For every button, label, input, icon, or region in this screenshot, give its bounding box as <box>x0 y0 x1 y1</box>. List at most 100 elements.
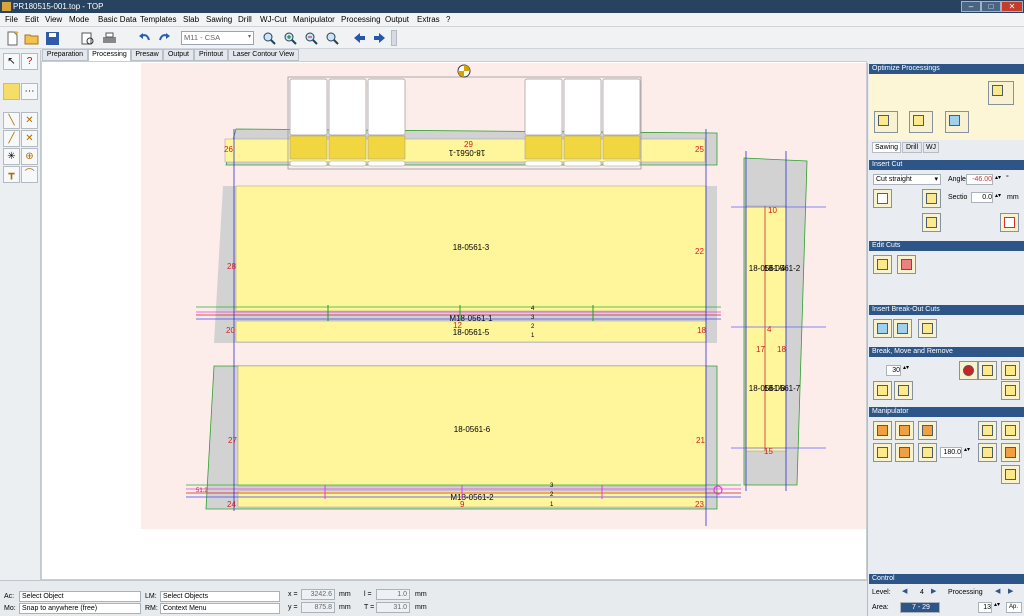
back-arrow-icon[interactable] <box>352 31 367 46</box>
menu-extras[interactable]: Extras <box>417 15 440 24</box>
maximize-button[interactable]: □ <box>981 1 1001 12</box>
menu-processing[interactable]: Processing <box>341 15 381 24</box>
breakout-list-button[interactable] <box>918 319 937 338</box>
menu-output[interactable]: Output <box>385 15 409 24</box>
insert-cut-offset-button[interactable] <box>922 189 941 208</box>
zoom-in-icon[interactable] <box>283 31 298 46</box>
tab-printout[interactable]: Printout <box>194 49 228 61</box>
insert-cut-button[interactable] <box>873 189 892 208</box>
curve-tool-icon[interactable]: ⌒ <box>21 166 38 183</box>
minimize-button[interactable]: – <box>961 1 981 12</box>
breakout-grid-button[interactable] <box>893 319 912 338</box>
processing-next-icon[interactable]: ▶ <box>1008 587 1013 595</box>
break-count-input[interactable]: 30 <box>886 365 901 376</box>
zoom-out-icon[interactable] <box>304 31 319 46</box>
edit-cut-split-button[interactable] <box>897 255 916 274</box>
menu-edit[interactable]: Edit <box>25 15 39 24</box>
break-c-button[interactable] <box>1001 381 1020 400</box>
select-arrow-icon[interactable]: ↖ <box>3 53 20 70</box>
tab-output[interactable]: Output <box>163 49 194 61</box>
break-remove-button[interactable] <box>1001 361 1020 380</box>
print-preview-icon[interactable] <box>80 31 95 46</box>
manip-11-button[interactable] <box>1001 465 1020 484</box>
t-join-icon[interactable]: ┳ <box>3 166 20 183</box>
menu-templates[interactable]: Templates <box>140 15 176 24</box>
manip-2-button[interactable] <box>895 421 914 440</box>
manip-3-button[interactable] <box>918 421 937 440</box>
zoom-fit-icon[interactable] <box>325 31 340 46</box>
help-pointer-icon[interactable]: ? <box>21 53 38 70</box>
optimize-all-button[interactable] <box>988 81 1014 105</box>
save-icon[interactable] <box>45 31 60 46</box>
cut-list-button[interactable] <box>922 213 941 232</box>
menu-sawing[interactable]: Sawing <box>206 15 232 24</box>
optimize-b-button[interactable] <box>909 111 933 133</box>
star-lines-icon[interactable]: ✳ <box>3 148 20 165</box>
ap-button[interactable]: Ap. <box>1006 602 1022 613</box>
menu-basic-data[interactable]: Basic Data <box>98 15 137 24</box>
redo-icon[interactable] <box>157 31 172 46</box>
line-tool-icon[interactable]: ╲ <box>3 112 20 129</box>
manip-10-button[interactable] <box>1001 443 1020 462</box>
break-stop-button[interactable] <box>959 361 978 380</box>
target-icon[interactable]: ⊕ <box>21 148 38 165</box>
processing-prev-icon[interactable]: ◀ <box>995 587 1000 595</box>
open-folder-icon[interactable] <box>24 31 39 46</box>
break-a-button[interactable] <box>873 381 892 400</box>
undo-icon[interactable] <box>137 31 152 46</box>
manip-5-button[interactable] <box>1001 421 1020 440</box>
menu-mode[interactable]: Mode <box>69 15 89 24</box>
menu-slab[interactable]: Slab <box>183 15 199 24</box>
manip-6-button[interactable] <box>873 443 892 462</box>
intersect-tool-icon[interactable]: ✕ <box>21 130 38 147</box>
diagonal-tool-icon[interactable]: ╱ <box>3 130 20 147</box>
manip-spinner-icon[interactable]: ▴▾ <box>964 446 970 453</box>
manip-angle-input[interactable]: 180.0 <box>940 447 962 458</box>
menu-file[interactable]: File <box>5 15 18 24</box>
menu-manipulator[interactable]: Manipulator <box>293 15 335 24</box>
delete-cut-button[interactable] <box>1000 213 1019 232</box>
manip-7-button[interactable] <box>895 443 914 462</box>
zoom-icon[interactable] <box>262 31 277 46</box>
fill-rect-icon[interactable] <box>3 83 20 100</box>
cut-mode-select[interactable]: Cut straight ▾ <box>873 174 941 185</box>
manip-9-button[interactable] <box>978 443 997 462</box>
menu-wj-cut[interactable]: WJ-Cut <box>260 15 287 24</box>
close-button[interactable]: ✕ <box>1001 1 1023 12</box>
dotted-rect-icon[interactable]: ⋯ <box>21 83 38 100</box>
tab-processing[interactable]: Processing <box>88 49 131 61</box>
toolbar-grip[interactable] <box>391 30 397 46</box>
cross-line-icon[interactable]: ✕ <box>21 112 38 129</box>
tab-preparation[interactable]: Preparation <box>42 49 88 61</box>
manip-1-button[interactable] <box>873 421 892 440</box>
tab-sawing[interactable]: Sawing <box>872 142 901 153</box>
manip-8-button[interactable] <box>918 443 937 462</box>
level-prev-icon[interactable]: ◀ <box>902 587 907 595</box>
tab-drill[interactable]: Drill <box>902 142 922 153</box>
breakout-diagonal-button[interactable] <box>873 319 892 338</box>
tab-laser-contour-view[interactable]: Laser Contour View <box>228 49 299 61</box>
tab-presaw[interactable]: Presaw <box>131 49 163 61</box>
processing-input[interactable]: 13 <box>978 602 992 613</box>
break-spinner-icon[interactable]: ▴▾ <box>903 364 909 371</box>
menu-view[interactable]: View <box>45 15 62 24</box>
tab-wj[interactable]: WJ <box>923 142 939 153</box>
new-file-icon[interactable] <box>5 31 20 46</box>
menu-drill[interactable]: Drill <box>238 15 252 24</box>
optimize-a-button[interactable] <box>874 111 898 133</box>
break-b-button[interactable] <box>894 381 913 400</box>
section-input[interactable]: 0.0 <box>971 192 993 203</box>
angle-spinner-icon[interactable]: ▴▾ <box>995 174 1001 181</box>
print-icon[interactable] <box>102 31 117 46</box>
forward-arrow-icon[interactable] <box>372 31 387 46</box>
angle-input[interactable]: -46.00 <box>966 174 993 185</box>
level-next-icon[interactable]: ▶ <box>931 587 936 595</box>
menu-help[interactable]: ? <box>446 15 450 24</box>
part-18-0561-2[interactable] <box>745 205 787 452</box>
drawing-canvas[interactable]: 18-0561-1 18-0561-3 M18-0561-1 18-0561-5… <box>41 61 867 580</box>
optimize-c-button[interactable] <box>945 111 969 133</box>
processing-spinner-icon[interactable]: ▴▾ <box>994 601 1000 608</box>
section-spinner-icon[interactable]: ▴▾ <box>995 192 1001 199</box>
manip-4-button[interactable] <box>978 421 997 440</box>
break-move-button[interactable] <box>978 361 997 380</box>
